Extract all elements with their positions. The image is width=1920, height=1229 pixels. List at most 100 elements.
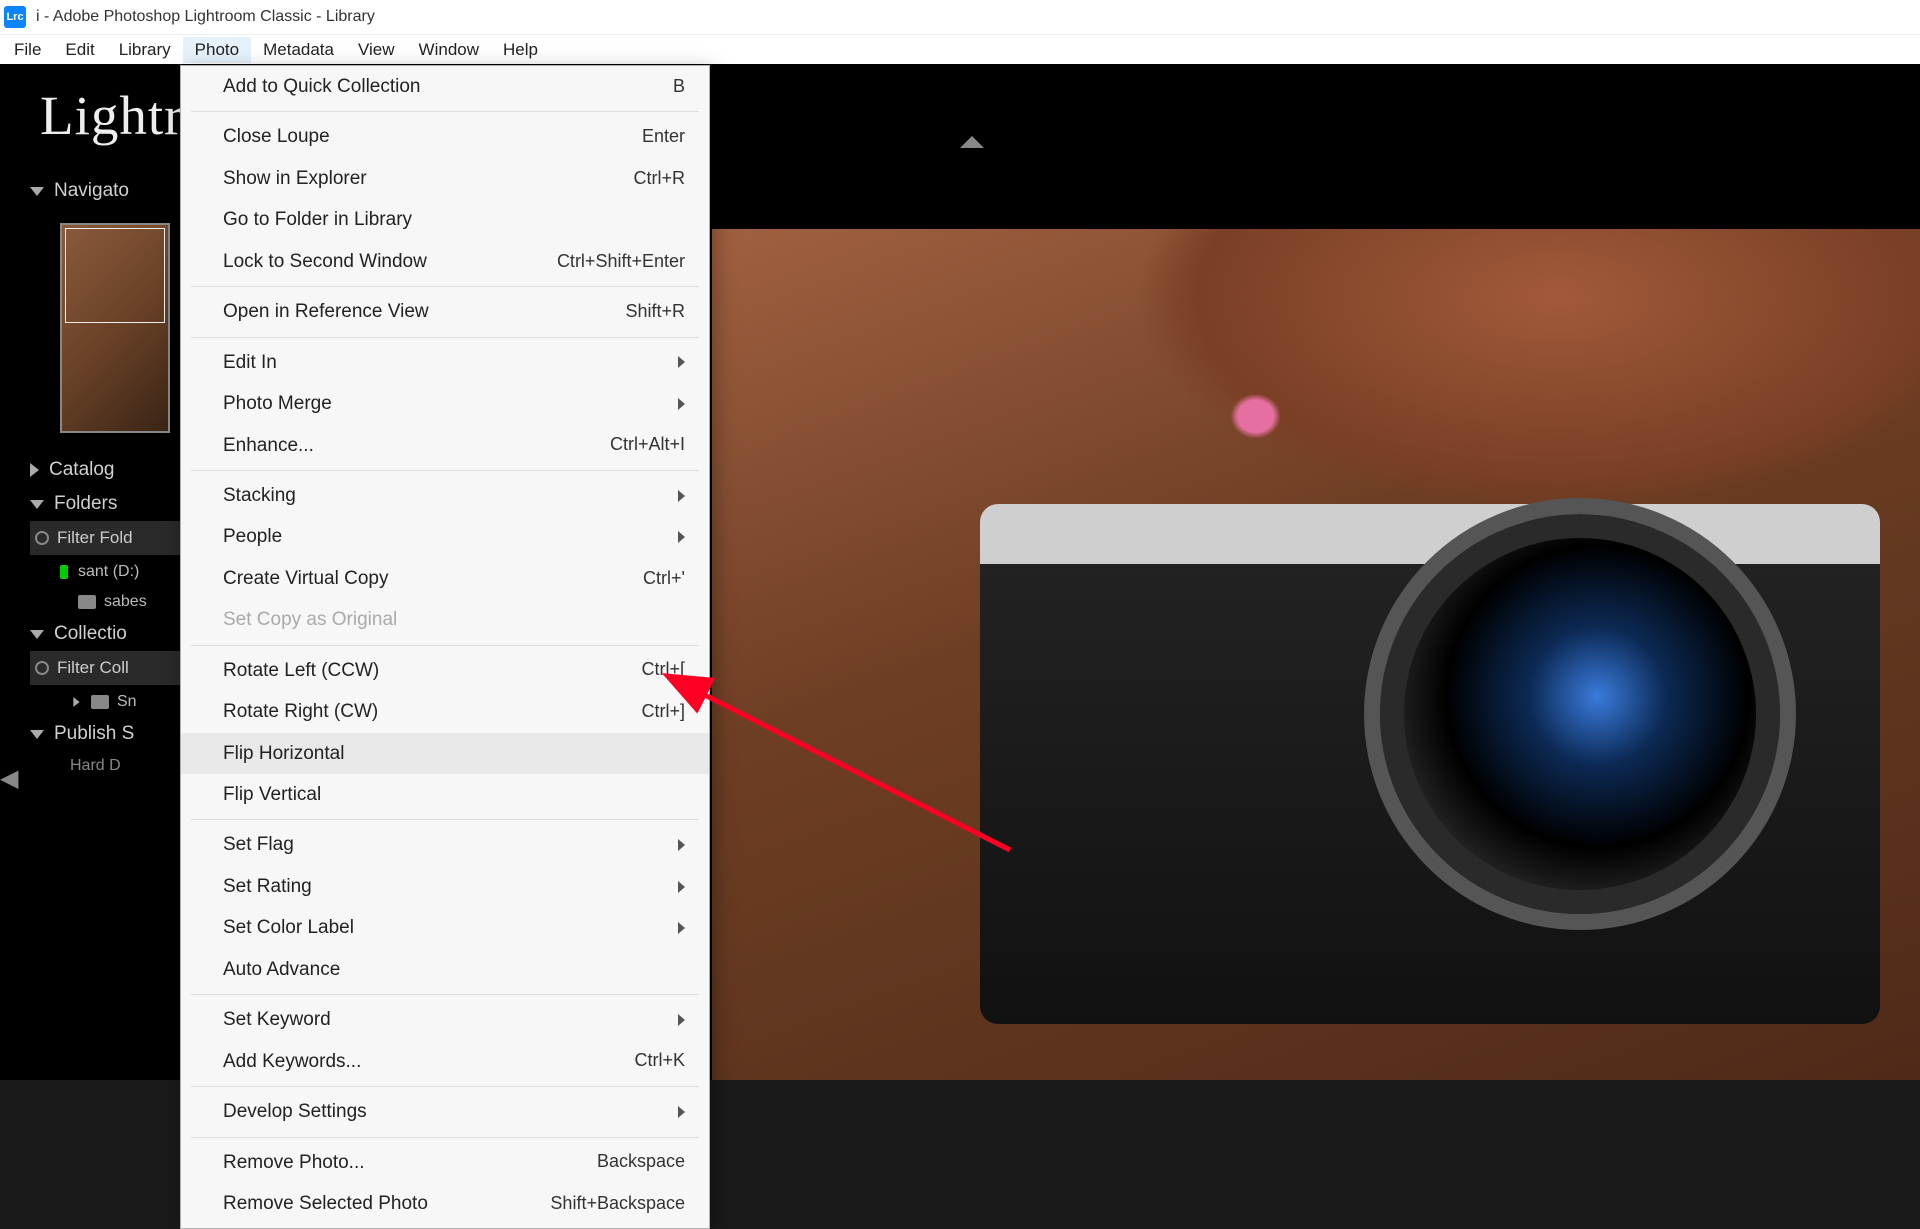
menu-item-label: Enhance...: [223, 431, 314, 460]
drive-status-icon: [60, 565, 68, 579]
collections-header[interactable]: Collectio: [30, 617, 185, 651]
menu-item-shortcut: Shift+R: [625, 298, 685, 326]
submenu-arrow-icon: [678, 531, 685, 543]
menu-item-label: Flip Horizontal: [223, 739, 344, 768]
menu-separator: [191, 111, 699, 112]
search-icon: [35, 531, 49, 545]
menu-item-shortcut: Ctrl+K: [634, 1047, 685, 1075]
menu-item-create-virtual-copy[interactable]: Create Virtual CopyCtrl+': [181, 558, 709, 599]
menu-item-close-loupe[interactable]: Close Loupe Enter: [181, 116, 709, 157]
menu-item-add-keywords[interactable]: Add Keywords...Ctrl+K: [181, 1041, 709, 1082]
menu-item-label: Set Keyword: [223, 1005, 331, 1034]
menu-item-rotate-left-ccw[interactable]: Rotate Left (CCW) Ctrl+[: [181, 650, 709, 691]
menu-item-label: Rotate Right (CW): [223, 697, 378, 726]
menu-item-shortcut: Enter: [642, 123, 685, 151]
menu-item-set-copy-as-original: Set Copy as Original: [181, 599, 709, 640]
submenu-arrow-icon: [678, 398, 685, 410]
menu-item-label: Remove Selected Photo: [223, 1189, 428, 1218]
panel-toggle-left-icon[interactable]: ◀: [0, 764, 24, 804]
menu-window[interactable]: Window: [407, 37, 491, 63]
menu-item-label: Flip Vertical: [223, 780, 321, 809]
drive-item[interactable]: sant (D:): [30, 557, 185, 587]
navigator-view-frame[interactable]: [65, 228, 165, 323]
publish-label: Publish S: [54, 723, 134, 745]
submenu-arrow-icon: [678, 356, 685, 368]
catalog-label: Catalog: [49, 459, 115, 481]
catalog-header[interactable]: Catalog: [30, 453, 185, 487]
menu-separator: [191, 470, 699, 471]
menu-item-label: Create Virtual Copy: [223, 564, 388, 593]
menu-item-shortcut: Shift+Backspace: [550, 1190, 685, 1218]
menu-item-label: Photo Merge: [223, 389, 332, 418]
menu-item-shortcut: Backspace: [597, 1148, 685, 1176]
menu-item-develop-settings[interactable]: Develop Settings: [181, 1091, 709, 1132]
menu-separator: [191, 1086, 699, 1087]
menu-item-set-color-label[interactable]: Set Color Label: [181, 907, 709, 948]
navigator-label: Navigato: [54, 180, 129, 202]
menu-separator: [191, 819, 699, 820]
photo-menu-dropdown: Add to Quick CollectionB Close Loupe Enter…: [180, 65, 710, 1229]
filter-folders-label: Filter Fold: [57, 528, 133, 548]
publish-service-item[interactable]: Hard D: [30, 751, 185, 781]
menu-item-photo-merge[interactable]: Photo Merge: [181, 383, 709, 424]
submenu-arrow-icon: [678, 1106, 685, 1118]
app-brand-label: Lightr: [40, 84, 183, 147]
menu-edit[interactable]: Edit: [53, 37, 106, 63]
menu-item-label: Edit In: [223, 348, 277, 377]
menu-item-remove-selected-photo[interactable]: Remove Selected Photo Shift+Backspace: [181, 1183, 709, 1224]
menu-item-add-to-quick-collection[interactable]: Add to Quick CollectionB: [181, 66, 709, 107]
menu-item-set-rating[interactable]: Set Rating: [181, 866, 709, 907]
menu-item-flip-vertical[interactable]: Flip Vertical: [181, 774, 709, 815]
menu-item-shortcut: Ctrl+]: [641, 698, 685, 726]
menu-item-people[interactable]: People: [181, 516, 709, 557]
menu-item-label: Set Copy as Original: [223, 605, 397, 634]
menu-item-go-to-folder-in-library[interactable]: Go to Folder in Library: [181, 199, 709, 240]
menu-item-show-in-explorer[interactable]: Show in ExplorerCtrl+R: [181, 158, 709, 199]
menu-separator: [191, 286, 699, 287]
submenu-arrow-icon: [678, 839, 685, 851]
menu-item-label: Close Loupe: [223, 122, 330, 151]
collections-label: Collectio: [54, 623, 127, 645]
menu-item-set-flag[interactable]: Set Flag: [181, 824, 709, 865]
menu-item-auto-advance[interactable]: Auto Advance: [181, 949, 709, 990]
menu-item-set-keyword[interactable]: Set Keyword: [181, 999, 709, 1040]
menu-item-stacking[interactable]: Stacking: [181, 475, 709, 516]
menu-item-shortcut: B: [673, 73, 685, 101]
menu-item-flip-horizontal[interactable]: Flip Horizontal: [181, 733, 709, 774]
titlebar: Lrc i - Adobe Photoshop Lightroom Classi…: [0, 0, 1920, 34]
filter-folders-input[interactable]: Filter Fold: [30, 521, 185, 555]
menu-help[interactable]: Help: [491, 37, 550, 63]
menu-metadata[interactable]: Metadata: [251, 37, 346, 63]
menu-item-label: Go to Folder in Library: [223, 205, 412, 234]
publish-header[interactable]: Publish S: [30, 717, 185, 751]
menu-item-enhance[interactable]: Enhance...Ctrl+Alt+I: [181, 425, 709, 466]
app-icon: Lrc: [4, 6, 26, 28]
menu-photo[interactable]: Photo: [183, 37, 251, 63]
menu-file[interactable]: File: [2, 37, 53, 63]
menu-separator: [191, 994, 699, 995]
menu-item-remove-photo[interactable]: Remove Photo...Backspace: [181, 1142, 709, 1183]
menu-item-label: Set Rating: [223, 872, 312, 901]
folders-header[interactable]: Folders: [30, 487, 185, 521]
panel-collapse-arrow-icon[interactable]: [960, 136, 984, 148]
chevron-right-icon: [73, 697, 79, 707]
menu-item-open-in-reference-view[interactable]: Open in Reference View Shift+R: [181, 291, 709, 332]
menu-view[interactable]: View: [346, 37, 407, 63]
menu-item-label: Open in Reference View: [223, 297, 429, 326]
menu-item-label: Set Color Label: [223, 913, 354, 942]
menu-item-lock-to-second-window[interactable]: Lock to Second WindowCtrl+Shift+Enter: [181, 241, 709, 282]
menu-library[interactable]: Library: [107, 37, 183, 63]
menu-item-shortcut: Ctrl+[: [641, 656, 685, 684]
menu-item-edit-in[interactable]: Edit In: [181, 342, 709, 383]
navigator-header[interactable]: Navigato: [30, 174, 185, 208]
folder-label: sabes: [104, 593, 147, 611]
menu-item-label: Stacking: [223, 481, 296, 510]
folder-item-sabes[interactable]: sabes: [30, 587, 185, 617]
collection-subitem[interactable]: Sn: [30, 687, 185, 717]
filter-collections-input[interactable]: Filter Coll: [30, 651, 185, 685]
menu-item-label: Rotate Left (CCW): [223, 656, 379, 685]
filter-collections-label: Filter Coll: [57, 658, 129, 678]
folder-icon: [91, 695, 109, 709]
navigator-thumbnail[interactable]: [60, 223, 170, 433]
menu-item-rotate-right-cw[interactable]: Rotate Right (CW) Ctrl+]: [181, 691, 709, 732]
